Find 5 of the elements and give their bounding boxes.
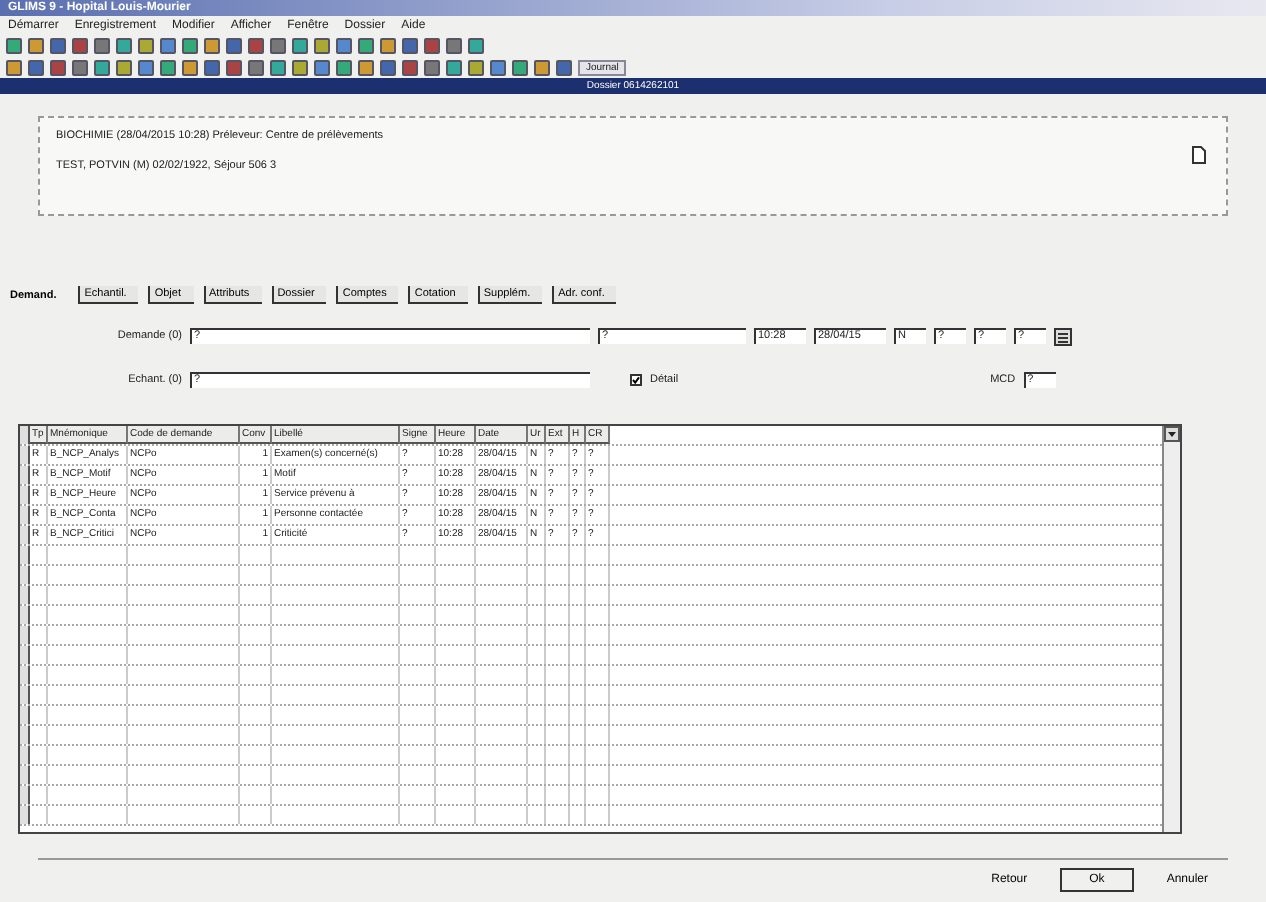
- detail-checkbox[interactable]: [630, 374, 642, 386]
- scrollbar[interactable]: [1162, 426, 1180, 832]
- calendar-icon[interactable]: [1054, 327, 1072, 345]
- dropdown-icon[interactable]: [1164, 426, 1180, 442]
- document-icon[interactable]: [1192, 146, 1206, 164]
